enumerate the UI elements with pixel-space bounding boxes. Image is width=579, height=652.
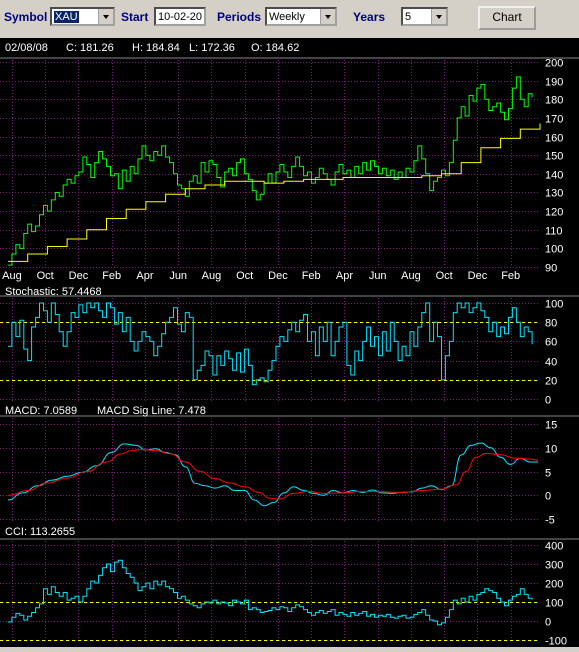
x-tick-label: Oct bbox=[436, 270, 453, 282]
y-tick-label: 80 bbox=[545, 318, 557, 330]
x-tick-label: Feb bbox=[102, 270, 121, 282]
x-tick-label: Oct bbox=[37, 270, 54, 282]
periods-value: Weekly bbox=[269, 11, 305, 23]
x-tick-label: Aug bbox=[401, 270, 421, 282]
chart-area: 90 100 110 120 130 140 150 160 170 180 190 200 0 20 40… bbox=[0, 38, 579, 648]
x-tick-label: Aug bbox=[2, 270, 22, 282]
y-tick-label: 300 bbox=[545, 560, 563, 572]
axis-layer: 9010011012013014015016017018019020002040… bbox=[2, 58, 567, 648]
y-tick-label: 20 bbox=[545, 376, 557, 388]
header-layer: 02/08/08 C: 181.26 H: 184.84 L: 172.36 O… bbox=[5, 42, 299, 538]
x-tick-label: Feb bbox=[302, 270, 321, 282]
y-tick-label: 0 bbox=[545, 395, 551, 407]
years-dropdown-arrow-icon[interactable] bbox=[431, 9, 446, 24]
start-date-input[interactable]: 10-02-20 bbox=[154, 7, 206, 26]
x-tick-label: Jun bbox=[169, 270, 187, 282]
periods-dropdown[interactable]: Weekly bbox=[265, 7, 337, 26]
periods-dropdown-arrow-icon[interactable] bbox=[320, 9, 335, 24]
series-layer bbox=[7, 76, 541, 626]
periods-label: Periods bbox=[217, 10, 262, 24]
y-tick-label: 160 bbox=[545, 133, 563, 145]
y-tick-label: 100 bbox=[545, 598, 563, 610]
symbol-value: XAU bbox=[54, 11, 79, 23]
y-tick-label: 170 bbox=[545, 114, 563, 126]
stock-chart: 9010011012013014015016017018019020002040… bbox=[0, 42, 579, 648]
grid-layer bbox=[0, 57, 579, 642]
y-tick-label: 150 bbox=[545, 151, 563, 163]
y-tick-label: 15 bbox=[545, 420, 557, 432]
y-tick-label: 0 bbox=[545, 617, 551, 629]
y-tick-label: 110 bbox=[545, 226, 563, 238]
macd-signal-title: MACD Sig Line: 7.478 bbox=[97, 405, 206, 417]
symbol-dropdown-arrow-icon[interactable] bbox=[98, 9, 113, 24]
y-tick-label: -5 bbox=[545, 515, 555, 527]
x-tick-label: Dec bbox=[468, 270, 488, 282]
header-close: C: 181.26 bbox=[66, 42, 114, 54]
y-tick-label: 40 bbox=[545, 357, 557, 369]
x-tick-label: Oct bbox=[236, 270, 253, 282]
cci-line bbox=[8, 559, 533, 626]
y-tick-label: 180 bbox=[545, 95, 563, 107]
x-tick-label: Apr bbox=[336, 270, 353, 282]
y-tick-label: 100 bbox=[545, 299, 563, 311]
stochastic-line bbox=[8, 302, 533, 386]
y-tick-label: 0 bbox=[545, 491, 551, 503]
header-open: O: 184.62 bbox=[251, 42, 299, 54]
y-tick-label: 90 bbox=[545, 263, 557, 275]
x-tick-label: Jun bbox=[369, 270, 387, 282]
y-tick-label: 60 bbox=[545, 337, 557, 349]
x-tick-label: Feb bbox=[501, 270, 520, 282]
chart-button[interactable]: Chart bbox=[478, 6, 536, 30]
stochastic-title: Stochastic: 57.4468 bbox=[5, 286, 102, 298]
cci-title: CCI: 113.2655 bbox=[5, 526, 75, 538]
y-tick-label: 130 bbox=[545, 188, 563, 200]
x-tick-label: Apr bbox=[136, 270, 153, 282]
y-tick-label: 400 bbox=[545, 541, 563, 553]
macd-line bbox=[7, 442, 538, 507]
toolbar: Symbol XAU Start 10-02-20 Periods Weekly… bbox=[0, 0, 579, 38]
header-high: H: 184.84 bbox=[132, 42, 180, 54]
y-tick-label: 140 bbox=[545, 170, 563, 182]
y-tick-label: 5 bbox=[545, 468, 551, 480]
start-label: Start bbox=[121, 10, 149, 24]
y-tick-label: -100 bbox=[545, 636, 567, 648]
header-date: 02/08/08 bbox=[5, 42, 48, 54]
years-dropdown[interactable]: 5 bbox=[401, 7, 448, 26]
x-tick-label: Dec bbox=[69, 270, 89, 282]
x-tick-label: Aug bbox=[202, 270, 222, 282]
years-label: Years bbox=[353, 10, 386, 24]
y-tick-label: 200 bbox=[545, 58, 563, 70]
y-tick-label: 10 bbox=[545, 444, 557, 456]
x-tick-label: Dec bbox=[268, 270, 288, 282]
y-tick-label: 200 bbox=[545, 579, 563, 591]
symbol-dropdown[interactable]: XAU bbox=[50, 7, 115, 26]
symbol-label: Symbol bbox=[4, 10, 48, 24]
macd-title: MACD: 7.0589 bbox=[5, 405, 77, 417]
y-tick-label: 120 bbox=[545, 207, 563, 219]
y-tick-label: 100 bbox=[545, 244, 563, 256]
header-low: L: 172.36 bbox=[189, 42, 235, 54]
y-tick-label: 190 bbox=[545, 77, 563, 89]
macd_signal-line bbox=[7, 449, 539, 500]
years-value: 5 bbox=[405, 11, 412, 23]
